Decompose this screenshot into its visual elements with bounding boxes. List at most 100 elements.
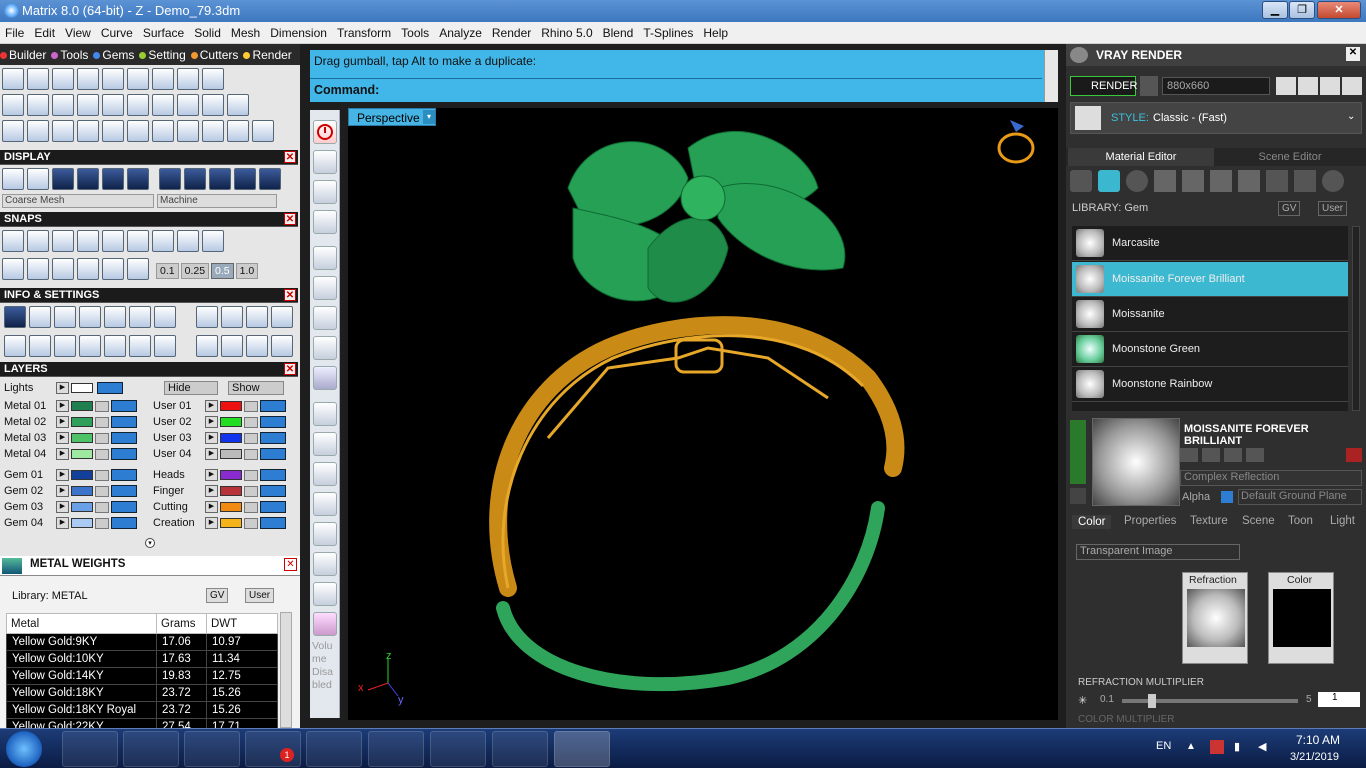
layer-toggle[interactable] — [260, 448, 286, 460]
layer-toggle[interactable] — [260, 416, 286, 428]
material-item[interactable]: Marcasite — [1072, 226, 1348, 261]
zoom-icon[interactable] — [313, 432, 337, 456]
weights-scrollbar[interactable] — [280, 612, 292, 728]
orient-icon[interactable] — [246, 335, 268, 357]
material-list-scrollbar[interactable] — [1352, 226, 1360, 411]
layer-row[interactable]: User 04 ▶ — [153, 447, 286, 461]
wrench-icon[interactable] — [29, 306, 51, 328]
network-icon[interactable]: ▮ — [1234, 740, 1240, 753]
power-icon[interactable] — [313, 120, 337, 144]
shank-icon[interactable] — [27, 68, 49, 90]
subtab-texture[interactable]: Texture — [1190, 515, 1228, 527]
layer-color[interactable] — [220, 401, 242, 411]
col-dwt[interactable]: DWT — [206, 613, 278, 634]
array-icon[interactable] — [202, 120, 224, 142]
layer-toggle[interactable] — [111, 400, 137, 412]
menu-edit[interactable]: Edit — [29, 26, 60, 40]
save-icon[interactable] — [1180, 448, 1198, 462]
relocate-icon[interactable] — [313, 492, 337, 516]
move-icon[interactable] — [102, 120, 124, 142]
artistic-icon[interactable] — [102, 168, 124, 190]
layer-toggle[interactable] — [111, 485, 137, 497]
col-metal[interactable]: Metal — [6, 613, 157, 634]
expand-icon[interactable]: ▶ — [205, 485, 218, 497]
subtab-toon[interactable]: Toon — [1288, 515, 1313, 527]
expand-icon[interactable]: ▶ — [205, 501, 218, 513]
col-grams[interactable]: Grams — [156, 613, 207, 634]
layers-close-icon[interactable]: ✕ — [284, 363, 296, 375]
tab-setting[interactable]: Setting — [139, 48, 186, 62]
expand-icon[interactable]: ▶ — [56, 400, 69, 412]
doc-icon[interactable] — [104, 306, 126, 328]
layer-color[interactable] — [71, 486, 93, 496]
tab-scene-editor[interactable]: Scene Editor — [1216, 148, 1364, 166]
menu-transform[interactable]: Transform — [332, 26, 396, 40]
leaf-icon[interactable] — [127, 68, 149, 90]
grid-snap-icon[interactable] — [2, 258, 24, 280]
layer-toggle[interactable] — [260, 517, 286, 529]
ie-icon[interactable] — [62, 731, 118, 767]
layer-color[interactable] — [71, 433, 93, 443]
snap-tan-icon[interactable] — [177, 230, 199, 252]
gv-toggle-right[interactable]: GV — [1278, 201, 1301, 216]
lock-icon[interactable] — [95, 469, 109, 481]
layer-row[interactable]: Cutting ▶ — [153, 500, 286, 514]
diamond-icon[interactable] — [27, 94, 49, 116]
scatter-icon[interactable] — [177, 94, 199, 116]
gumball-off-icon[interactable] — [313, 462, 337, 486]
resolution-select[interactable]: 880x660 — [1162, 77, 1270, 95]
transparent-image-select[interactable]: Transparent Image — [1076, 544, 1240, 560]
layer-row[interactable]: Creation ▶ — [153, 516, 286, 530]
mesh-density-select[interactable]: Coarse Mesh — [2, 194, 154, 208]
layer-color[interactable] — [220, 470, 242, 480]
tab-cutters[interactable]: Cutters — [190, 48, 238, 62]
menu-analyze[interactable]: Analyze — [434, 26, 487, 40]
gumball-icon[interactable] — [102, 258, 124, 280]
sphere-3-icon[interactable] — [209, 168, 231, 190]
grid-icon[interactable] — [4, 335, 26, 357]
collapse-icon[interactable]: ▾ — [145, 538, 155, 548]
list-icon[interactable] — [1320, 77, 1340, 95]
multiplier-value[interactable]: 1 — [1318, 692, 1360, 707]
tab-render[interactable]: Render — [243, 48, 292, 62]
hatch-icon[interactable] — [1182, 170, 1204, 192]
lock-icon[interactable] — [244, 448, 258, 460]
prev-icon[interactable] — [1276, 77, 1296, 95]
menu-help[interactable]: Help — [698, 26, 733, 40]
menu-blend[interactable]: Blend — [598, 26, 639, 40]
figure-icon[interactable] — [313, 582, 337, 606]
layer-color[interactable] — [220, 518, 242, 528]
maximize-button[interactable]: ❐ — [1289, 1, 1315, 19]
layer-toggle[interactable] — [111, 416, 137, 428]
rendered-icon[interactable] — [77, 168, 99, 190]
expand-icon[interactable]: ▶ — [205, 416, 218, 428]
layer-color[interactable] — [71, 383, 93, 393]
layer-color[interactable] — [220, 433, 242, 443]
puzzle-icon[interactable] — [1238, 170, 1260, 192]
tab-tools[interactable]: Tools — [51, 48, 88, 62]
layer-color[interactable] — [220, 502, 242, 512]
view-right-icon[interactable] — [313, 336, 337, 360]
mesh-icon[interactable] — [54, 335, 76, 357]
settings-icon[interactable] — [4, 306, 26, 328]
group-icon[interactable] — [177, 120, 199, 142]
cluster-icon[interactable] — [152, 94, 174, 116]
menu-render[interactable]: Render — [487, 26, 536, 40]
render-button[interactable]: RENDER — [1070, 76, 1137, 96]
app-green-icon[interactable] — [368, 731, 424, 767]
menu-surface[interactable]: Surface — [138, 26, 189, 40]
viber-icon[interactable]: 1 — [245, 731, 301, 767]
layer-toggle[interactable] — [111, 469, 137, 481]
pencil-icon[interactable] — [129, 306, 151, 328]
flame-icon[interactable] — [1070, 170, 1092, 192]
flow-icon[interactable] — [152, 120, 174, 142]
new-icon[interactable] — [1246, 448, 1264, 462]
layer-toggle[interactable] — [111, 448, 137, 460]
expand-icon[interactable]: ▶ — [205, 517, 218, 529]
paint-app-icon[interactable] — [554, 731, 610, 767]
ortho-icon[interactable] — [52, 258, 74, 280]
table-row[interactable]: Yellow Gold:18KY 23.72 15.26 — [6, 684, 278, 702]
lock-icon[interactable] — [95, 400, 109, 412]
lock-icon[interactable] — [95, 517, 109, 529]
show-button[interactable]: Show — [228, 381, 284, 395]
